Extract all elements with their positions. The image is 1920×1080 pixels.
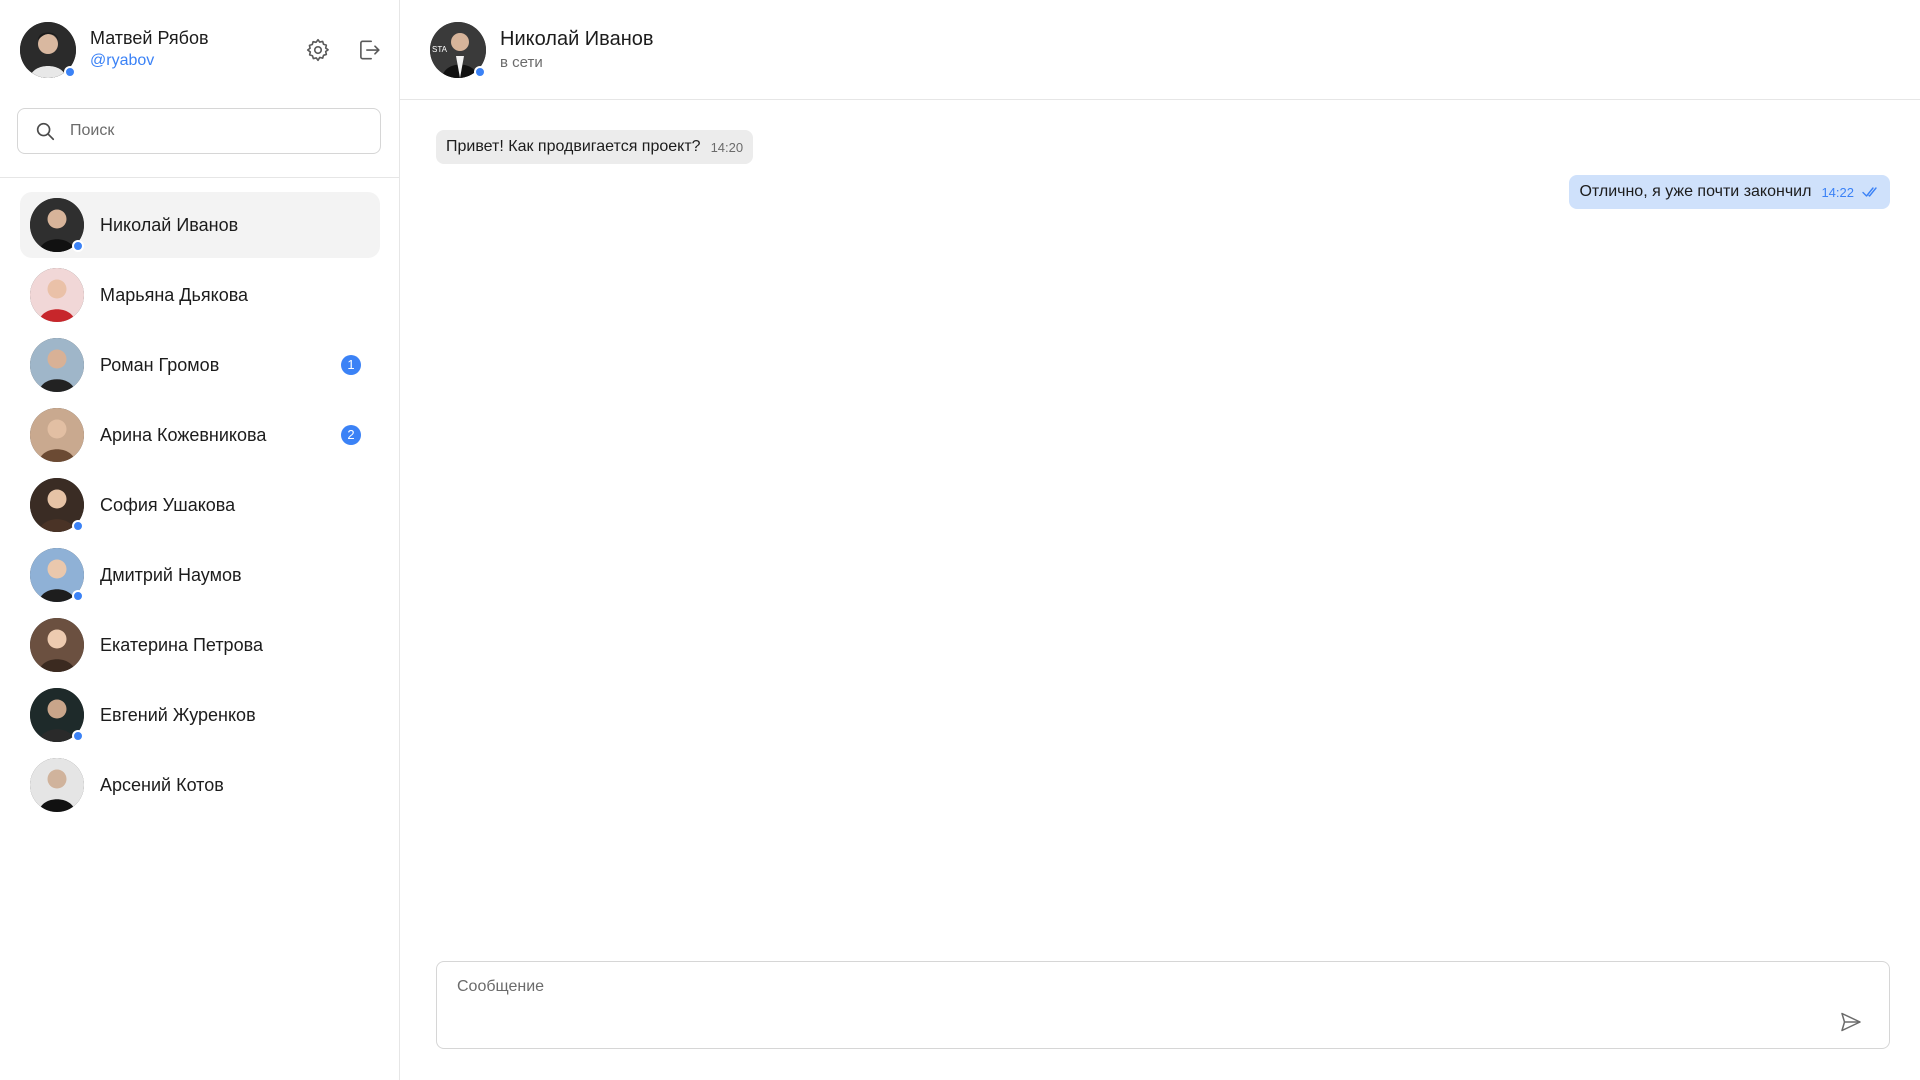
- logout-icon: [360, 40, 380, 60]
- online-indicator: [72, 240, 84, 252]
- contact-name: Николай Иванов: [100, 215, 239, 235]
- contact-name: Екатерина Петрова: [100, 635, 263, 655]
- contact-item[interactable]: Евгений Журенков: [20, 682, 380, 748]
- contact-item[interactable]: София Ушакова: [20, 472, 380, 538]
- contact-avatar: [30, 618, 84, 672]
- online-indicator: [64, 66, 76, 78]
- unread-badge: 2: [341, 425, 361, 445]
- contact-item[interactable]: Николай Иванов: [20, 192, 380, 258]
- search-input[interactable]: [68, 121, 372, 141]
- search-box: [17, 108, 381, 154]
- svg-text:STA: STA: [432, 45, 448, 54]
- current-user-handle[interactable]: @ryabov: [90, 52, 154, 70]
- contact-avatar: [30, 758, 84, 812]
- sidebar-divider: [0, 177, 399, 178]
- contact-avatar: [30, 478, 84, 532]
- send-button[interactable]: [1835, 1006, 1867, 1038]
- online-indicator: [72, 730, 84, 742]
- contact-avatar: [30, 548, 84, 602]
- peer-avatar[interactable]: STA: [430, 22, 486, 78]
- online-indicator: [72, 520, 84, 532]
- contact-name: Арсений Котов: [100, 775, 224, 795]
- contact-item[interactable]: Марьяна Дьякова: [20, 262, 380, 328]
- contact-name: Роман Громов: [100, 355, 220, 375]
- contact-item[interactable]: Арина Кожевникова 2: [20, 402, 380, 468]
- gear-icon: [306, 38, 329, 62]
- message-list: Привет! Как продвигается проект? 14:20 О…: [400, 100, 1920, 950]
- contact-item[interactable]: Роман Громов 1: [20, 332, 380, 398]
- contact-name: Евгений Журенков: [100, 705, 256, 725]
- contact-avatar: [30, 688, 84, 742]
- contact-avatar: [30, 268, 84, 322]
- contact-name: София Ушакова: [100, 495, 236, 515]
- settings-button[interactable]: [302, 34, 334, 66]
- current-user-name: Матвей Рябов: [90, 28, 209, 48]
- sidebar: Матвей Рябов @ryabov Поиск Николай Ивано…: [0, 0, 400, 1080]
- contact-name: Дмитрий Наумов: [100, 565, 242, 585]
- logout-button[interactable]: [353, 34, 385, 66]
- message-time: 14:22: [1821, 184, 1854, 200]
- contact-avatar: [30, 198, 84, 252]
- message-outgoing[interactable]: Отлично, я уже почти закончил 14:22: [1569, 175, 1890, 209]
- contact-name: Марьяна Дьякова: [100, 285, 249, 305]
- contact-item[interactable]: Дмитрий Наумов: [20, 542, 380, 608]
- contact-avatar: [30, 408, 84, 462]
- peer-status: в сети: [500, 54, 543, 71]
- message-input[interactable]: [455, 976, 1819, 1038]
- send-icon: [1841, 1012, 1861, 1032]
- current-user-avatar[interactable]: [20, 22, 76, 78]
- chat-pane: STA Николай Иванов в сети Привет! Как пр…: [400, 0, 1920, 1080]
- message-composer: [436, 961, 1890, 1049]
- message-text: Привет! Как продвигается проект?: [446, 138, 701, 155]
- double-check-icon: [1862, 187, 1877, 197]
- online-indicator: [474, 66, 486, 78]
- unread-badge: 1: [341, 355, 361, 375]
- contact-name: Арина Кожевникова: [100, 425, 267, 445]
- contact-item[interactable]: Арсений Котов: [20, 752, 380, 818]
- message-time: 14:20: [710, 139, 744, 155]
- message-text: Отлично, я уже почти закончил: [1579, 183, 1812, 200]
- current-user-header: Матвей Рябов @ryabov: [0, 0, 399, 100]
- contact-item[interactable]: Екатерина Петрова: [20, 612, 380, 678]
- search-icon: [36, 122, 55, 141]
- online-indicator: [72, 590, 84, 602]
- contact-list: Николай Иванов Марьяна Дьякова Роман Громо…: [0, 192, 399, 822]
- messenger-app: Матвей Рябов @ryabov Поиск Николай Ивано…: [0, 0, 1920, 1080]
- message-incoming[interactable]: Привет! Как продвигается проект? 14:20: [436, 130, 754, 164]
- contact-avatar: [30, 338, 84, 392]
- peer-name: Николай Иванов: [500, 28, 654, 50]
- chat-header: STA Николай Иванов в сети: [400, 0, 1920, 100]
